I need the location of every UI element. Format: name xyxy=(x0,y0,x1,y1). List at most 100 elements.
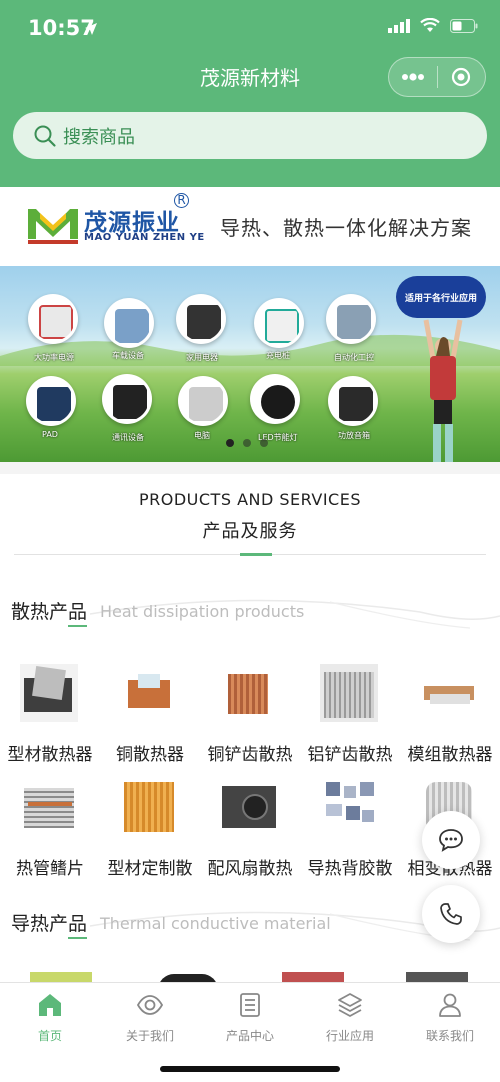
product-label: 模组散热器 xyxy=(407,745,493,765)
banner-caption: PAD xyxy=(42,430,58,439)
carousel-dot[interactable] xyxy=(226,439,234,447)
product-thumb xyxy=(20,778,78,836)
tab-label: 联系我们 xyxy=(425,1029,474,1043)
product-item[interactable]: 铝铲齿散热 xyxy=(300,664,400,774)
tab-contact[interactable]: 联系我们 xyxy=(400,991,500,1044)
status-icons xyxy=(388,18,478,33)
product-label: 导热背胶散 xyxy=(307,859,393,879)
brand-logo xyxy=(26,205,80,245)
section-accent xyxy=(240,553,272,556)
brand-strip: 茂源振业 R MAO YUAN ZHEN YE 导热、散热一体化解决方案 xyxy=(0,187,500,266)
section-gap xyxy=(0,462,500,474)
banner-carousel[interactable]: 大功率电源 车载设备 家用电器 充电桩 自动化工控 PAD 通讯设备 电脑 LE… xyxy=(0,266,500,462)
layers-icon xyxy=(338,993,362,1017)
product-thumb xyxy=(20,664,78,722)
product-label: 铝铲齿散热 xyxy=(307,745,393,765)
banner-person xyxy=(423,319,463,462)
products-services-title-en: PRODUCTS AND SERVICES xyxy=(138,490,361,509)
more-button[interactable] xyxy=(389,57,437,97)
product-label: 配风扇散热 xyxy=(207,859,293,879)
section-title-heat: 散热产品 xyxy=(11,597,88,627)
product-thumb xyxy=(320,664,378,722)
product-label: 型材散热器 xyxy=(7,745,93,765)
brand-slogan: 导热、散热一体化解决方案 xyxy=(220,216,472,240)
target-circle-icon xyxy=(452,67,471,87)
tab-about[interactable]: 关于我们 xyxy=(100,991,200,1044)
wifi-icon xyxy=(420,18,440,32)
product-item[interactable]: 型材散热器 xyxy=(0,664,100,774)
tab-industry[interactable]: 行业应用 xyxy=(300,991,400,1044)
product-row: 型材散热器 铜散热器 铜铲齿散热 铝铲齿散热 模组散热器 xyxy=(0,664,500,774)
tab-label: 关于我们 xyxy=(125,1029,174,1043)
product-item[interactable]: 模组散热器 xyxy=(400,664,500,774)
banner-item-charger xyxy=(254,298,304,348)
home-indicator[interactable] xyxy=(160,1066,340,1072)
tab-products[interactable]: 产品中心 xyxy=(200,991,300,1044)
tab-label: 产品中心 xyxy=(225,1029,274,1043)
product-label: 铜铲齿散热 xyxy=(207,745,293,765)
mini-program-capsule xyxy=(388,57,486,97)
banner-item-computer xyxy=(178,376,228,426)
carousel-dot[interactable] xyxy=(260,439,268,447)
product-label: 型材定制散 xyxy=(107,859,193,879)
banner-caption: 电脑 xyxy=(194,431,210,440)
product-label: 热管鳍片 xyxy=(16,859,84,879)
product-thumb xyxy=(120,664,178,722)
banner-caption: 自动化工控 xyxy=(334,353,374,362)
banner-caption: 充电桩 xyxy=(266,351,290,360)
product-thumb xyxy=(120,778,178,836)
banner-caption: 家用电器 xyxy=(186,353,218,362)
search-placeholder: 搜索商品 xyxy=(63,126,135,148)
brand-name-en: MAO YUAN ZHEN YE xyxy=(84,232,205,243)
product-item[interactable]: 导热背胶散 xyxy=(300,778,400,888)
product-thumb xyxy=(220,778,278,836)
banner-caption: 车载设备 xyxy=(112,351,144,360)
banner-item-appliance xyxy=(176,294,226,344)
product-item[interactable]: 配风扇散热 xyxy=(200,778,300,888)
phone-button[interactable] xyxy=(422,885,480,943)
product-label: 铜散热器 xyxy=(116,745,184,765)
product-item[interactable]: 型材定制散 xyxy=(100,778,200,888)
list-icon xyxy=(240,993,260,1017)
product-item[interactable]: 热管鳍片 xyxy=(0,778,100,888)
product-thumb xyxy=(320,778,378,836)
user-icon xyxy=(439,993,461,1017)
search-icon xyxy=(34,125,56,147)
banner-item-power-supply xyxy=(28,294,78,344)
product-item[interactable]: 铜铲齿散热 xyxy=(200,664,300,774)
banner-item-telecom xyxy=(102,374,152,424)
product-thumb xyxy=(420,664,478,722)
search-bar[interactable]: 搜索商品 xyxy=(13,112,487,159)
tab-label: 行业应用 xyxy=(325,1029,374,1043)
carousel-dot[interactable] xyxy=(243,439,251,447)
header: 10:57 茂源新材料 搜索商品 xyxy=(0,0,500,187)
battery-icon xyxy=(450,18,478,33)
signal-icon xyxy=(388,18,410,33)
banner-caption: 功放音箱 xyxy=(338,431,370,440)
location-arrow-icon xyxy=(85,23,97,35)
eye-icon xyxy=(136,995,164,1015)
chat-bubble-icon xyxy=(439,829,463,852)
close-button[interactable] xyxy=(437,57,485,97)
tab-home[interactable]: 首页 xyxy=(0,991,100,1044)
chat-button[interactable] xyxy=(422,811,480,869)
banner-caption: 通讯设备 xyxy=(112,433,144,442)
status-bar: 10:57 xyxy=(0,14,500,48)
banner-item-pad xyxy=(26,376,76,426)
banner-item-automation xyxy=(326,294,376,344)
banner-item-amplifier xyxy=(328,376,378,426)
more-dots-icon xyxy=(401,73,424,81)
section-subtitle-thermal: Thermal conductive material xyxy=(100,914,331,933)
product-item[interactable]: 铜散热器 xyxy=(100,664,200,774)
section-subtitle-heat: Heat dissipation products xyxy=(100,602,305,621)
banner-caption: 大功率电源 xyxy=(34,353,74,362)
banner-item-led xyxy=(250,374,300,424)
carousel-indicator xyxy=(226,439,268,447)
tab-label: 首页 xyxy=(37,1029,62,1043)
registered-mark: R xyxy=(174,193,189,208)
section-title-thermal: 导热产品 xyxy=(11,909,88,939)
home-icon xyxy=(39,994,61,1016)
product-thumb xyxy=(220,664,278,722)
products-services-title-cn: 产品及服务 xyxy=(202,521,298,542)
phone-icon xyxy=(440,903,462,925)
